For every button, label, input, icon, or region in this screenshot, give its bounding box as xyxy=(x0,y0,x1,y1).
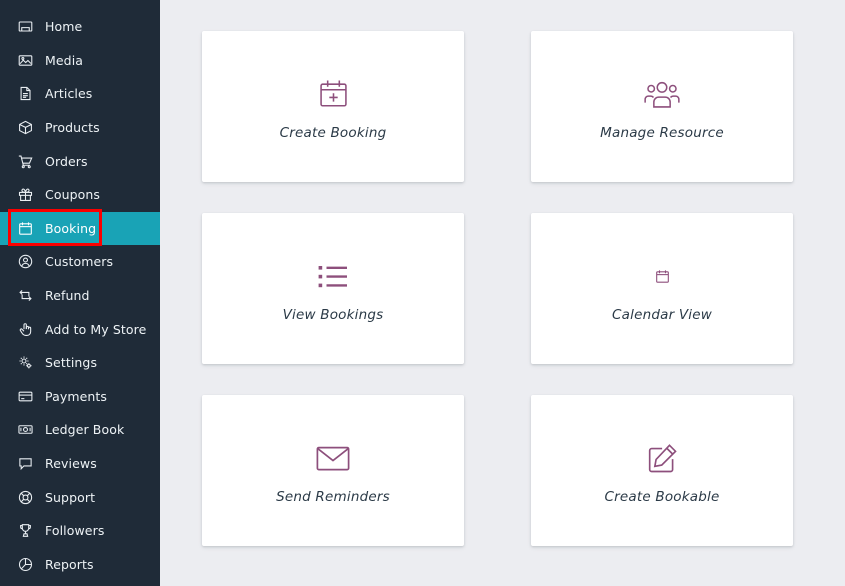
edit-pencil-square-icon xyxy=(646,437,679,481)
sidebar-item-booking[interactable]: Booking xyxy=(0,211,160,246)
media-image-icon xyxy=(14,50,36,70)
card-manage-resource[interactable]: Manage Resource xyxy=(531,31,793,182)
sidebar-item-products[interactable]: Products xyxy=(0,111,160,145)
card-label: View Bookings xyxy=(282,306,384,323)
sidebar-item-label: Reports xyxy=(45,556,94,572)
bullet-list-icon xyxy=(316,255,350,299)
sidebar-item-label: Products xyxy=(45,120,100,136)
envelope-icon xyxy=(316,437,350,481)
calendar-icon xyxy=(655,255,670,299)
app-root: Home Media Articles Products Orders Coupons Bo… xyxy=(0,0,845,586)
sidebar-item-label: Reviews xyxy=(45,456,97,472)
sidebar-item-customers[interactable]: Customers xyxy=(0,245,160,279)
sidebar-item-label: Support xyxy=(45,489,96,505)
sidebar-item-add-to-my-store[interactable]: Add to My Store xyxy=(0,312,160,346)
refund-arrows-icon xyxy=(14,286,36,306)
sidebar-item-reviews[interactable]: Reviews xyxy=(0,447,160,481)
calendar-plus-icon xyxy=(317,73,350,117)
pie-chart-icon xyxy=(14,554,36,574)
user-circle-icon xyxy=(14,252,36,272)
sidebar-item-label: Coupons xyxy=(45,187,101,203)
lifebuoy-icon xyxy=(14,487,36,507)
sidebar-item-home[interactable]: Home xyxy=(0,10,160,44)
document-icon xyxy=(14,84,36,104)
sidebar-navigation: Home Media Articles Products Orders Coupons Bo… xyxy=(0,0,160,586)
gears-icon xyxy=(14,353,36,373)
sidebar-item-label: Ledger Book xyxy=(45,422,125,438)
credit-card-icon xyxy=(14,386,36,406)
sidebar-item-list: Home Media Articles Products Orders Coupons Bo… xyxy=(0,10,160,581)
sidebar-item-label: Articles xyxy=(45,86,93,102)
sidebar-item-settings[interactable]: Settings xyxy=(0,346,160,380)
home-icon xyxy=(14,17,36,37)
sidebar-item-reports[interactable]: Reports xyxy=(0,548,160,582)
sidebar-item-media[interactable]: Media xyxy=(0,44,160,78)
pointing-hand-icon xyxy=(14,319,36,339)
card-create-booking[interactable]: Create Booking xyxy=(202,31,464,182)
sidebar-item-payments[interactable]: Payments xyxy=(0,380,160,414)
shopping-cart-icon xyxy=(14,151,36,171)
sidebar-item-support[interactable]: Support xyxy=(0,480,160,514)
sidebar-item-articles[interactable]: Articles xyxy=(0,77,160,111)
sidebar-item-label: Add to My Store xyxy=(45,321,147,337)
banknote-icon xyxy=(14,420,36,440)
sidebar-item-label: Orders xyxy=(45,153,88,169)
sidebar-item-label: Booking xyxy=(45,220,97,236)
card-label: Manage Resource xyxy=(600,124,724,141)
users-group-icon xyxy=(644,73,680,117)
sidebar-item-label: Media xyxy=(45,52,84,68)
sidebar-item-label: Settings xyxy=(45,355,98,371)
trophy-icon xyxy=(14,521,36,541)
booking-action-card-grid: Create Booking Manage Resource View Bookin… xyxy=(202,31,835,546)
card-calendar-view[interactable]: Calendar View xyxy=(531,213,793,364)
card-label: Calendar View xyxy=(612,306,712,323)
card-label: Create Booking xyxy=(279,124,387,141)
card-label: Create Bookable xyxy=(604,488,720,505)
sidebar-item-label: Payments xyxy=(45,388,108,404)
sidebar-item-ledger-book[interactable]: Ledger Book xyxy=(0,413,160,447)
box-icon xyxy=(14,118,36,138)
sidebar-item-followers[interactable]: Followers xyxy=(0,514,160,548)
sidebar-item-label: Home xyxy=(45,19,83,35)
card-label: Send Reminders xyxy=(276,488,390,505)
sidebar-item-refund[interactable]: Refund xyxy=(0,279,160,313)
sidebar-item-coupons[interactable]: Coupons xyxy=(0,178,160,212)
sidebar-item-label: Followers xyxy=(45,523,105,539)
sidebar-item-label: Refund xyxy=(45,288,90,304)
card-create-bookable[interactable]: Create Bookable xyxy=(531,395,793,546)
main-content: Create Booking Manage Resource View Bookin… xyxy=(160,0,845,586)
card-view-bookings[interactable]: View Bookings xyxy=(202,213,464,364)
gift-icon xyxy=(14,185,36,205)
card-send-reminders[interactable]: Send Reminders xyxy=(202,395,464,546)
calendar-icon xyxy=(14,218,36,238)
sidebar-item-label: Customers xyxy=(45,254,114,270)
sidebar-item-orders[interactable]: Orders xyxy=(0,144,160,178)
speech-bubble-icon xyxy=(14,454,36,474)
